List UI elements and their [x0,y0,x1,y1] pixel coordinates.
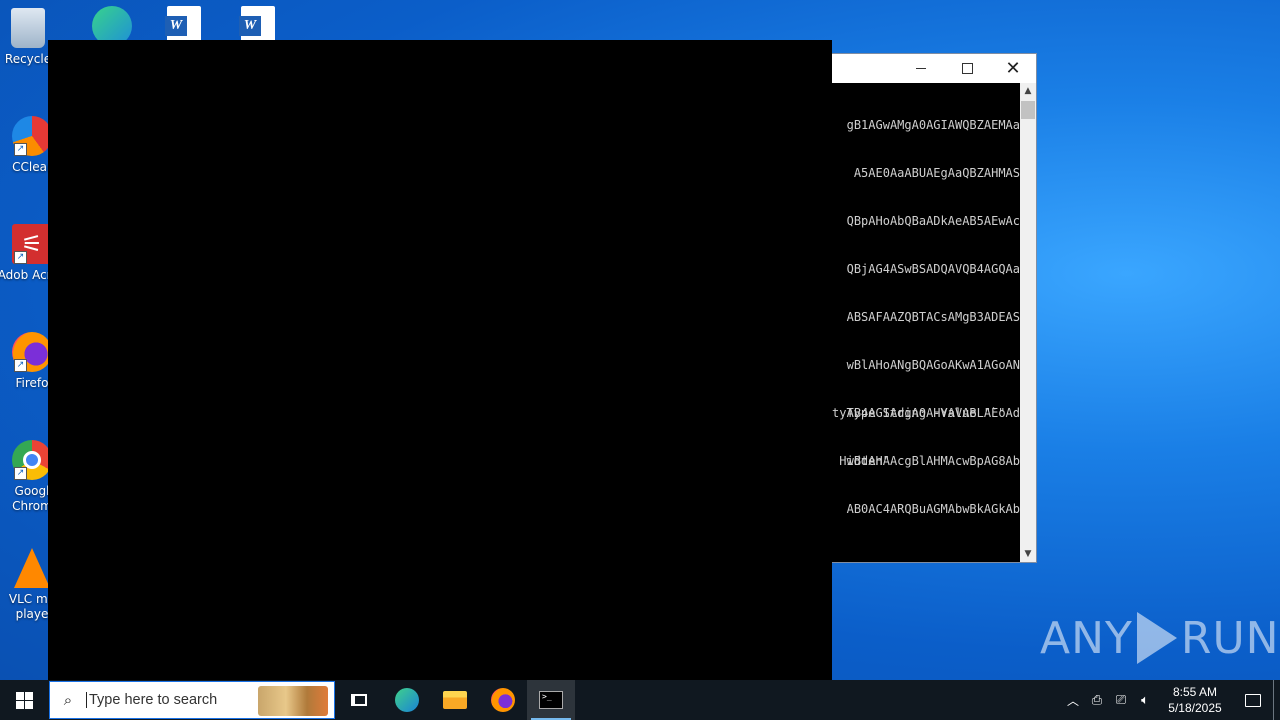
console-line: ABSAFAAZQBTACsAMgB3ADEAS [846,310,1020,324]
minimize-button[interactable] [898,54,944,83]
console-icon: >_ [539,691,563,709]
taskbar-file-explorer[interactable] [431,680,479,720]
vlc-cone-icon [14,548,50,588]
console-lines-lower: tyType String -Value "`" Hidden" [832,373,1005,501]
watermark-text-right: RUN [1180,612,1280,664]
ccleaner-icon: ↗ [12,116,52,156]
maximize-icon [961,63,973,74]
task-view-icon [351,694,367,706]
close-button[interactable]: ✕ [990,54,1036,83]
notification-icon [1245,693,1261,707]
task-view-button[interactable] [335,680,383,720]
scrollbar-thumb[interactable] [1021,101,1035,119]
taskbar-console[interactable]: >_ [527,680,575,720]
shortcut-arrow-icon: ↗ [14,467,27,480]
maximize-button[interactable] [944,54,990,83]
start-button[interactable] [0,680,48,720]
taskbar-clock[interactable]: 8:55 AM 5/18/2025 [1157,684,1233,716]
console-line: wBlAHoANgBQAGoAKwA1AGoAN [846,358,1020,372]
firefox-icon: ↗ [12,332,52,372]
edge-icon [395,688,419,712]
action-center-button[interactable] [1233,693,1273,707]
vertical-scrollbar[interactable]: ▲ ▼ [1020,83,1036,562]
search-placeholder: Type here to search [86,692,217,708]
network-icon[interactable]: ⎚ [1109,693,1133,708]
close-icon: ✕ [1005,58,1021,79]
folder-icon [443,691,467,709]
clock-time: 8:55 AM [1172,685,1218,699]
search-icon: ⌕ [63,691,73,709]
clock-date: 5/18/2025 [1168,701,1222,715]
watermark-text-left: ANY [1040,612,1133,664]
anyrun-watermark: ANY RUN [1040,612,1280,664]
minimize-icon [916,68,926,69]
windows-logo-icon [15,691,33,709]
console-line: Hidden" [832,454,890,468]
scroll-up-icon[interactable]: ▲ [1020,83,1036,99]
adobe-acrobat-icon: ⚟ ↗ [12,224,52,264]
scroll-down-icon[interactable]: ▼ [1020,546,1036,562]
console-window-black[interactable] [48,40,832,680]
taskbar: ⌕ Type here to search >_ ︿ ⎙ ⎚ 🔈︎ 8:55 A… [0,680,1280,720]
chrome-icon: ↗ [12,440,52,480]
search-highlight-image [258,686,328,716]
firefox-icon [491,688,515,712]
show-desktop-button[interactable] [1273,680,1280,720]
console-line: A5AE0AaABUAEgAaQBZAHMAS [853,166,1020,180]
shortcut-arrow-icon: ↗ [14,143,27,156]
taskbar-edge[interactable] [383,680,431,720]
console-line: tyType String -Value "`" [832,406,1006,420]
recycle-bin-icon [11,8,45,48]
taskbar-search-box[interactable]: ⌕ Type here to search [49,681,335,719]
shortcut-arrow-icon: ↗ [14,359,27,372]
show-hidden-icons-button[interactable]: ︿ [1061,692,1085,709]
desktop: Recycle W W ↗ CClear ⚟ ↗ Adob Acrob ↗ Fir… [0,0,1280,680]
system-tray: ︿ ⎙ ⎚ 🔈︎ 8:55 AM 5/18/2025 [1061,680,1280,720]
console-line: AB0AC4ARQBuAGMAbwBkAGkAb [846,502,1020,516]
console-line: QBpAHoAbQBaADkAeAB5AEwAc [846,214,1020,228]
shortcut-arrow-icon: ↗ [14,251,27,264]
console-line: QBjAG4ASwBSADQAVQB4AGQAa [846,262,1020,276]
taskbar-firefox[interactable] [479,680,527,720]
meet-now-icon[interactable]: ⎙ [1085,693,1109,708]
volume-icon[interactable]: 🔈︎ [1133,693,1157,708]
console-line: gB1AGwAMgA0AGIAWQBZAEMAa [846,118,1020,132]
play-logo-icon [1136,612,1177,664]
